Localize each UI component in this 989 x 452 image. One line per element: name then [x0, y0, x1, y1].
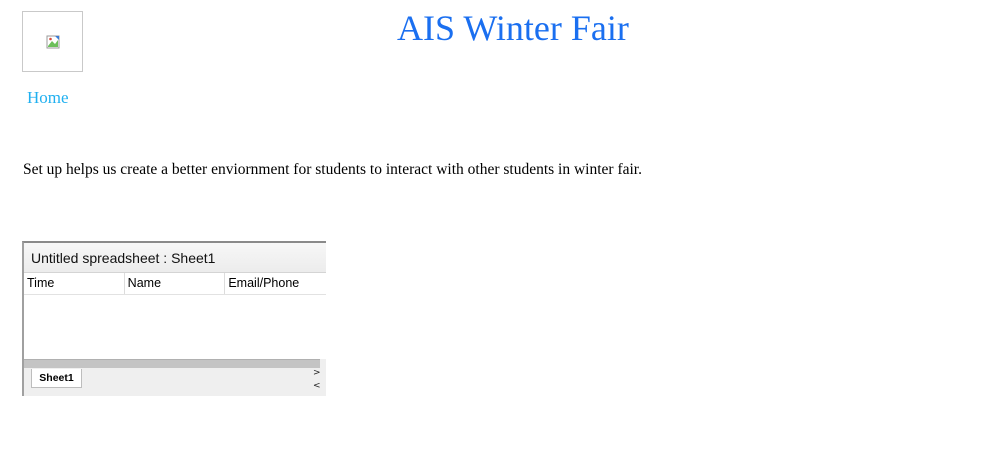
spreadsheet-header-row: Time Name Email/Phone: [24, 273, 326, 295]
horizontal-scrollbar[interactable]: [24, 359, 320, 368]
page-description: Set up helps us create a better enviornm…: [23, 161, 642, 178]
nav-home-link[interactable]: Home: [27, 88, 69, 108]
spreadsheet-grid[interactable]: Time Name Email/Phone: [24, 273, 326, 359]
logo-image: [22, 11, 83, 72]
embedded-spreadsheet: Untitled spreadsheet : Sheet1 Time Name …: [22, 241, 326, 396]
site-title: AIS Winter Fair: [397, 8, 629, 48]
column-header-email-phone: Email/Phone: [228, 276, 300, 290]
column-header-time: Time: [24, 273, 125, 294]
prev-sheet-arrow-icon[interactable]: <: [313, 382, 321, 391]
column-header-name: Name: [125, 273, 226, 294]
next-sheet-arrow-icon[interactable]: >: [313, 369, 321, 378]
sheet-tab-sheet1[interactable]: Sheet1: [31, 369, 82, 388]
spreadsheet-title: Untitled spreadsheet : Sheet1: [24, 243, 326, 273]
broken-image-icon: [46, 35, 59, 48]
